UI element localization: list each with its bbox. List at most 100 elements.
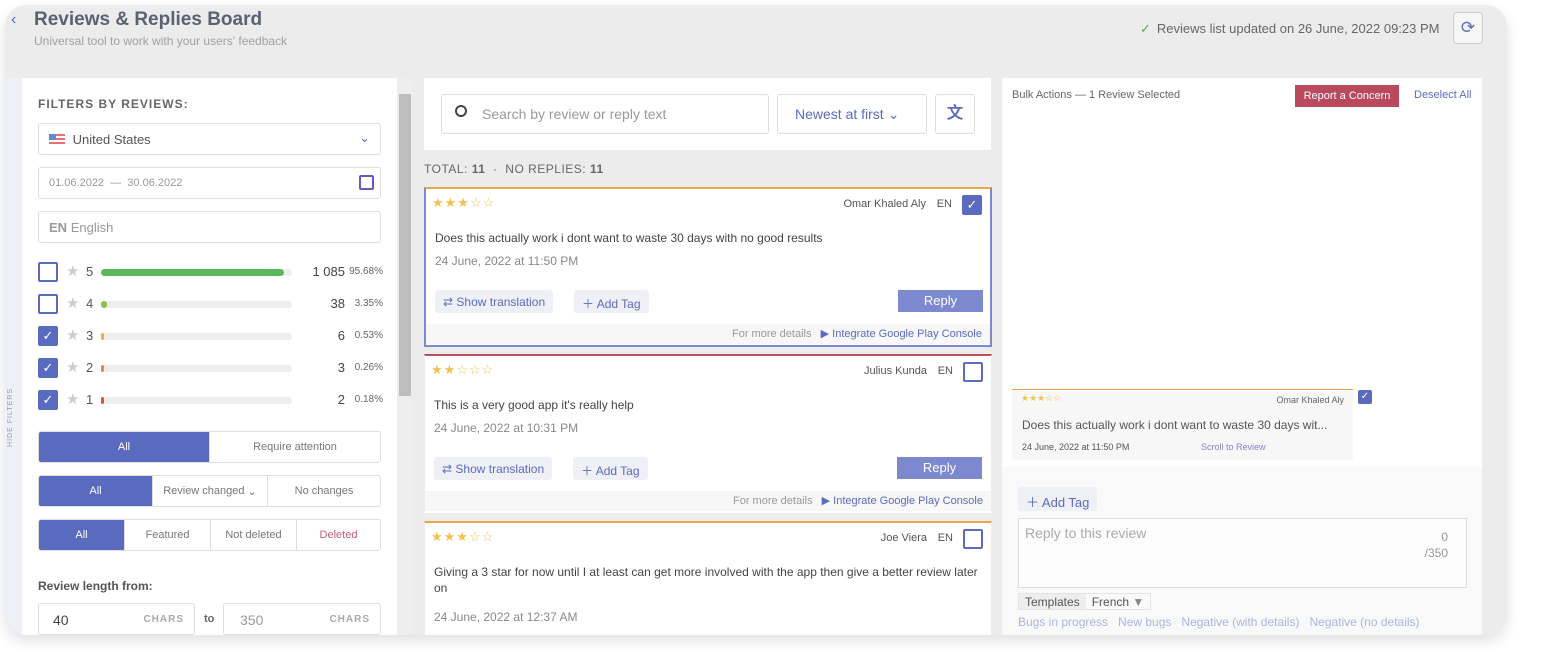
reply-button[interactable]: Reply	[898, 290, 983, 312]
selected-checkbox[interactable]: ✓	[1358, 390, 1372, 404]
add-tag-button[interactable]: ＋ Add Tag	[574, 290, 649, 313]
review-changed-label: Review changed	[163, 485, 245, 497]
review-text: This is a very good app it's really help	[434, 398, 634, 412]
calendar-icon[interactable]	[359, 175, 374, 190]
back-icon[interactable]: ‹	[11, 11, 16, 29]
star-icon: ★	[66, 263, 80, 280]
rating-checkbox[interactable]: ✓	[38, 326, 58, 346]
changes-none[interactable]: No changes	[268, 476, 380, 506]
rating-count: 6	[337, 328, 345, 343]
rating-count: 3	[337, 360, 345, 375]
noreply-label: NO REPLIES:	[505, 162, 587, 176]
attention-filter: All Require attention	[38, 431, 381, 463]
show-translation-button[interactable]: ⇄ Show translation	[434, 457, 553, 480]
filters-panel: FILTERS BY REVIEWS: United States ⌄ 01.0…	[22, 78, 397, 635]
review-footer: For more details ▶ Integrate Google Play…	[425, 491, 991, 511]
update-status: ✓ Reviews list updated on 26 June, 2022 0…	[1140, 21, 1439, 37]
template-list: Bugs in progress New bugs Negative (with d…	[1018, 613, 1430, 631]
review-checkbox[interactable]: ✓	[962, 195, 982, 215]
rating-percent: 0.26%	[354, 362, 383, 373]
rating-filter-row: ★ 5 1 085 95.68%	[38, 262, 383, 282]
template-item[interactable]: New bugs	[1118, 615, 1171, 629]
template-language-select[interactable]: French ▼	[1086, 594, 1151, 609]
rating-checkbox[interactable]	[38, 262, 58, 282]
attention-require[interactable]: Require attention	[210, 432, 380, 462]
show-translation-button[interactable]: ⇄ Show translation	[435, 290, 554, 313]
changes-all[interactable]: All	[39, 476, 153, 506]
country-value: United States	[72, 132, 151, 147]
attention-all[interactable]: All	[39, 432, 210, 462]
deselect-all-link[interactable]: Deselect All	[1414, 89, 1471, 101]
search-icon	[455, 105, 467, 117]
date-range-input[interactable]: 01.06.2022 — 30.06.2022	[38, 167, 381, 199]
add-tag-button[interactable]: ＋ Add Tag	[573, 457, 648, 480]
chevron-down-icon: ⌄	[887, 106, 900, 122]
template-language: French	[1091, 595, 1130, 609]
template-item[interactable]: Negative (no details)	[1309, 615, 1419, 629]
rating-bar	[101, 301, 292, 308]
review-card: ★★★☆☆ Joe Viera EN Giving a 3 star for n…	[424, 521, 992, 635]
rating-percent: 95.68%	[349, 266, 383, 277]
rating-bar-fill	[101, 333, 104, 340]
filters-heading: FILTERS BY REVIEWS:	[38, 97, 189, 111]
review-language: EN	[937, 365, 953, 377]
template-item[interactable]: Negative (with details)	[1181, 615, 1299, 629]
integrate-link[interactable]: Integrate Google Play Console	[832, 328, 982, 340]
deleted-not-deleted[interactable]: Not deleted	[211, 520, 297, 550]
country-select[interactable]: United States ⌄	[38, 123, 381, 155]
length-from-input[interactable]: 40 CHARS	[38, 603, 195, 635]
hide-filters-toggle[interactable]: HIDE FILTERS	[5, 78, 22, 635]
page-title: Reviews & Replies Board	[34, 9, 263, 30]
translate-icon: ⇄	[443, 295, 454, 309]
rating-stars-value: 2	[86, 360, 94, 375]
language-select[interactable]: EN English	[38, 211, 381, 243]
rating-checkbox[interactable]: ✓	[38, 390, 58, 410]
date-from: 01.06.2022	[49, 177, 105, 189]
translate-button[interactable]: 文	[935, 94, 975, 134]
rating-checkbox[interactable]	[38, 294, 58, 314]
deleted-deleted[interactable]: Deleted	[297, 520, 380, 550]
total-label: TOTAL:	[424, 162, 468, 176]
review-text: Does this actually work i dont want to w…	[435, 231, 823, 245]
review-card: ★★☆☆☆ Julius Kunda EN This is a very goo…	[424, 354, 992, 514]
review-checkbox[interactable]	[963, 529, 983, 549]
rating-stars: ★★★☆☆	[431, 529, 495, 544]
chars-unit: CHARS	[329, 614, 370, 625]
review-checkbox[interactable]	[963, 362, 983, 382]
reply-button[interactable]: Reply	[897, 457, 982, 479]
google-play-icon: ▶	[820, 328, 830, 340]
report-concern-button[interactable]: Report a Concern	[1295, 85, 1399, 107]
rating-filter-row: ★ 4 38 3.35%	[38, 294, 383, 314]
deleted-all[interactable]: All	[39, 520, 125, 550]
scroll-to-review-link[interactable]: Scroll to Review	[1201, 442, 1266, 452]
rating-percent: 3.35%	[354, 298, 383, 309]
rating-bar	[101, 397, 292, 404]
length-to-input[interactable]: 350 CHARS	[223, 603, 381, 635]
changes-filter: All Review changed ⌄ No changes	[38, 475, 381, 507]
sort-select[interactable]: Newest at first ⌄	[777, 94, 927, 134]
refresh-button[interactable]: ⟳	[1453, 12, 1483, 44]
language-name: English	[70, 220, 114, 235]
totals: TOTAL: 11 · NO REPLIES: 11	[424, 162, 604, 176]
rating-filter-row: ✓ ★ 1 2 0.18%	[38, 390, 383, 410]
rating-filter-row: ✓ ★ 3 6 0.53%	[38, 326, 383, 346]
rating-checkbox[interactable]: ✓	[38, 358, 58, 378]
app-window: ‹ Reviews & Replies Board Universal tool…	[5, 5, 1507, 635]
filters-scrollbar[interactable]	[398, 78, 412, 635]
search-input[interactable]: Search by review or reply text	[441, 94, 769, 134]
scrollbar-thumb[interactable]	[399, 94, 411, 396]
integrate-link[interactable]: Integrate Google Play Console	[833, 495, 983, 507]
reply-textarea[interactable]: Reply to this review 0 /350	[1018, 518, 1467, 588]
templates-label: Templates	[1019, 594, 1086, 609]
review-date: 24 June, 2022 at 11:50 PM	[435, 254, 579, 268]
add-tag-button[interactable]: ＋ Add Tag	[1018, 487, 1098, 511]
deleted-featured[interactable]: Featured	[125, 520, 211, 550]
changes-review-changed[interactable]: Review changed ⌄	[153, 476, 268, 506]
length-label: Review length from:	[38, 579, 153, 593]
chars-unit: CHARS	[143, 614, 184, 625]
update-status-text: Reviews list updated on 26 June, 2022 09…	[1156, 21, 1440, 36]
template-item[interactable]: Bugs in progress	[1018, 615, 1108, 629]
rating-bar	[101, 269, 292, 276]
rating-bar	[101, 333, 292, 340]
page-subtitle: Universal tool to work with your users' …	[34, 34, 288, 48]
